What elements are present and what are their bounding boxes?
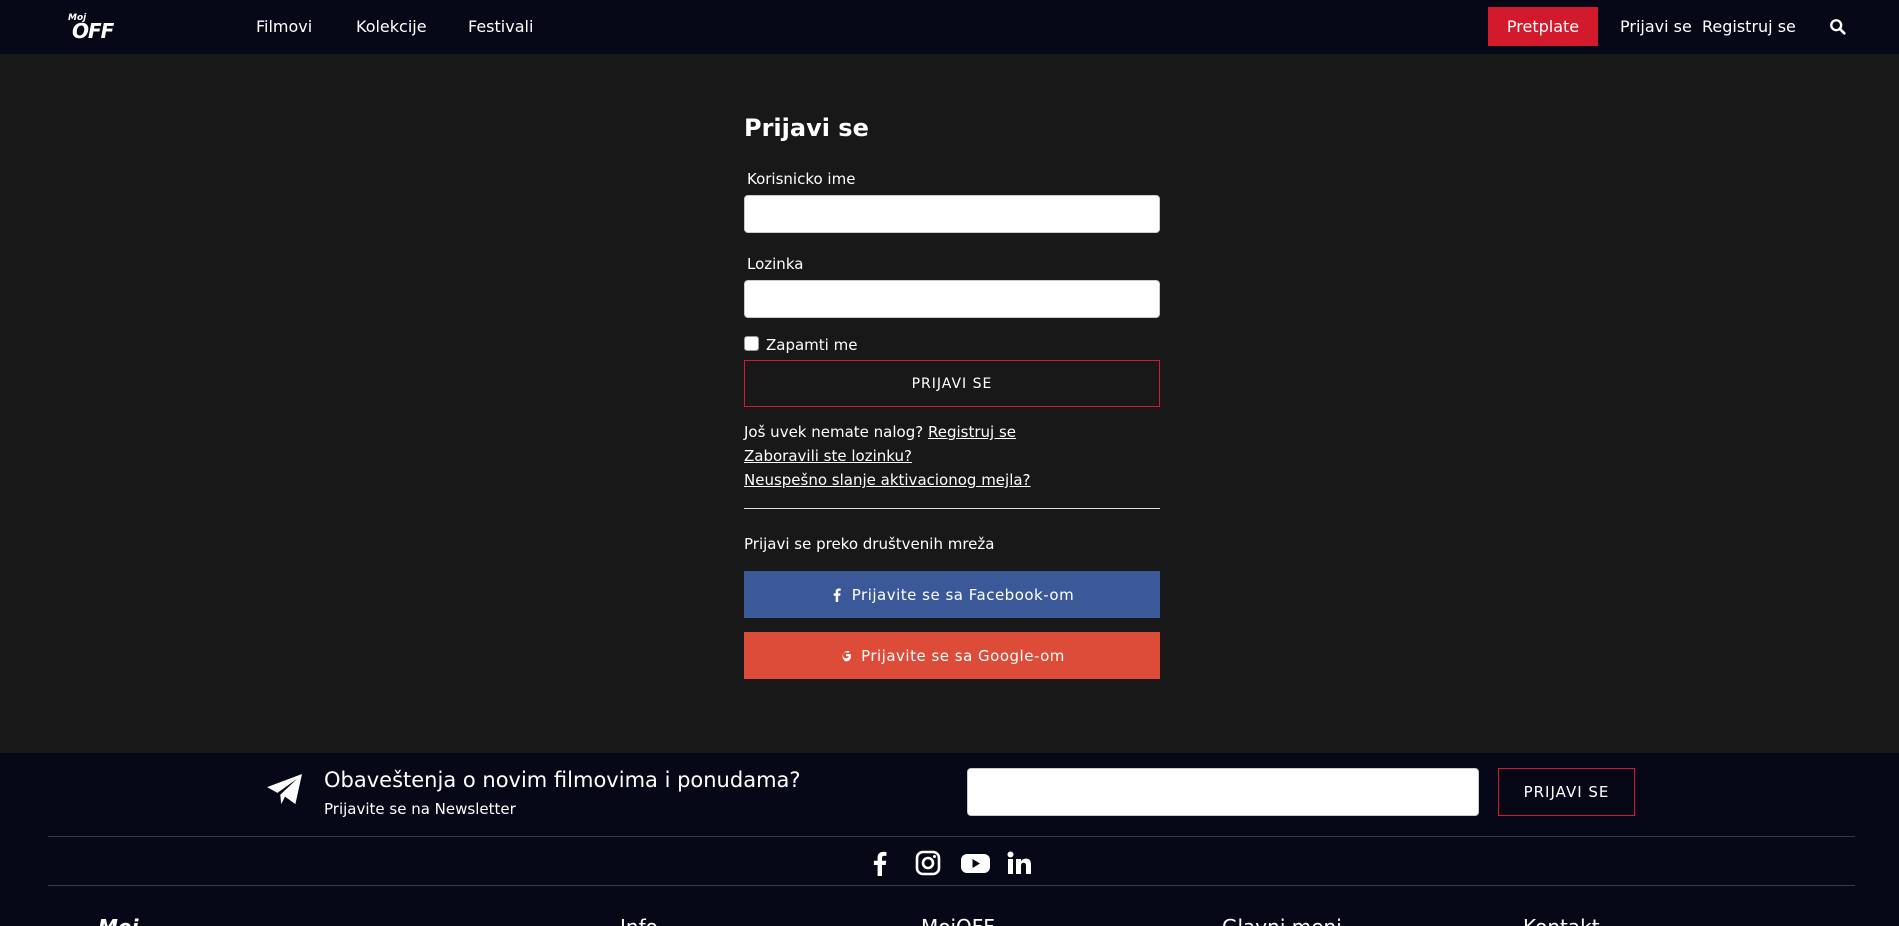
remember-me-checkbox[interactable] — [744, 336, 759, 351]
forgot-password-link[interactable]: Zaboravili ste lozinku? — [744, 447, 912, 465]
divider — [744, 508, 1160, 509]
instagram-icon[interactable] — [914, 849, 942, 877]
footer: Obaveštenja o novim filmovima i ponudama… — [0, 753, 1899, 926]
header-login-link[interactable]: Prijavi se — [1620, 17, 1692, 36]
login-title: Prijavi se — [744, 114, 869, 142]
paper-plane-icon — [267, 773, 302, 805]
newsletter-title: Obaveštenja o novim filmovima i ponudama… — [324, 768, 801, 792]
facebook-icon[interactable] — [866, 849, 894, 877]
search-icon[interactable] — [1829, 18, 1847, 36]
social-login-label: Prijavi se preko društvenih mreža — [744, 535, 995, 553]
login-submit-button[interactable]: PRIJAVI SE — [744, 360, 1160, 407]
nav-kolekcije[interactable]: Kolekcije — [356, 17, 427, 36]
activation-line: Neuspešno slanje aktivacionog mejla? — [744, 471, 1031, 489]
footer-divider-bottom — [48, 885, 1855, 886]
facebook-login-label: Prijavite se sa Facebook-om — [851, 585, 1075, 604]
footer-divider-top — [48, 836, 1855, 837]
subscribe-button[interactable]: Pretplate — [1488, 7, 1598, 46]
forgot-line: Zaboravili ste lozinku? — [744, 447, 912, 465]
username-label: Korisnicko ime — [747, 170, 856, 188]
register-link[interactable]: Registruj se — [928, 423, 1016, 441]
nav-festivali[interactable]: Festivali — [468, 17, 533, 36]
username-input[interactable] — [744, 195, 1160, 233]
facebook-icon — [833, 587, 841, 602]
linkedin-icon[interactable] — [1005, 849, 1033, 877]
google-login-label: Prijavite se sa Google-om — [861, 646, 1065, 665]
footer-col-mojoff: MojOFF — [921, 915, 995, 926]
remember-me-label: Zapamti me — [766, 336, 858, 354]
footer-col-contact: Kontakt — [1523, 915, 1600, 926]
newsletter-subtitle: Prijavite se na Newsletter — [324, 800, 516, 818]
resend-activation-link[interactable]: Neuspešno slanje aktivacionog mejla? — [744, 471, 1031, 489]
password-input[interactable] — [744, 280, 1160, 318]
logo-main-text: OFF — [72, 19, 114, 43]
footer-col-info: Info — [620, 915, 658, 926]
footer-logo[interactable]: Moj — [98, 915, 139, 926]
nav-filmovi[interactable]: Filmovi — [256, 17, 312, 36]
facebook-login-button[interactable]: Prijavite se sa Facebook-om — [744, 571, 1160, 618]
header-register-link[interactable]: Registruj se — [1702, 17, 1796, 36]
google-login-button[interactable]: Prijavite se sa Google-om — [744, 632, 1160, 679]
top-navbar: Moj OFF Filmovi Kolekcije Festivali Pret… — [0, 0, 1899, 54]
password-label: Lozinka — [747, 255, 804, 273]
no-account-text: Još uvek nemate nalog? — [744, 423, 924, 441]
newsletter-email-input[interactable] — [967, 768, 1479, 816]
no-account-line: Još uvek nemate nalog? Registruj se — [744, 423, 1016, 441]
site-logo[interactable]: Moj OFF — [66, 13, 114, 43]
footer-col-main-menu: Glavni meni — [1222, 915, 1342, 926]
youtube-icon[interactable] — [960, 849, 991, 877]
newsletter-subscribe-button[interactable]: PRIJAVI SE — [1498, 768, 1635, 816]
google-icon — [842, 650, 851, 661]
